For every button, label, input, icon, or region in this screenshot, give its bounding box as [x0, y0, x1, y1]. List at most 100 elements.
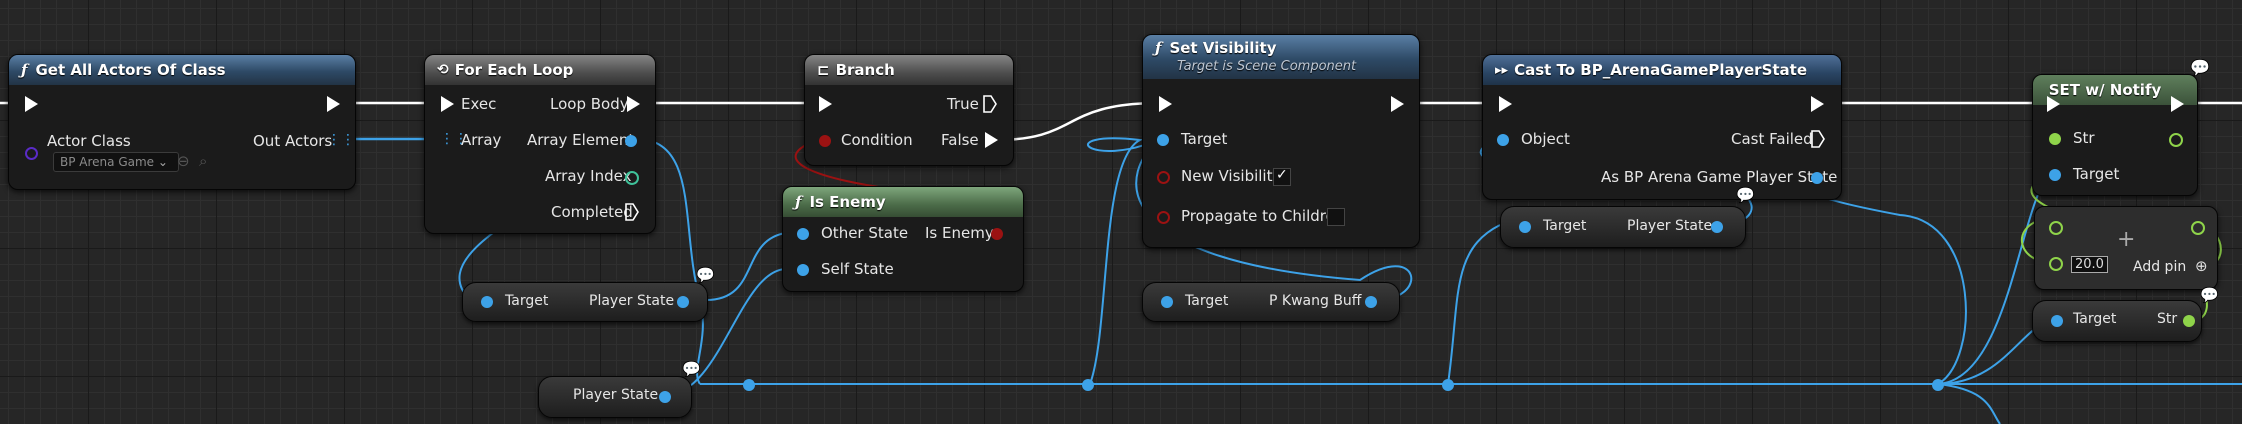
player-state-output-pin[interactable] — [1711, 221, 1723, 233]
node-branch[interactable]: ⊏ Branch Condition True False — [804, 54, 1014, 166]
reroute-knot[interactable] — [1442, 379, 1454, 391]
new-visibility-pin[interactable] — [1157, 171, 1170, 184]
exec-in-pin[interactable] — [1159, 96, 1172, 112]
node-title: Is Enemy — [809, 193, 886, 211]
browse-icon[interactable]: ⊖ — [177, 152, 190, 170]
function-icon: ƒ — [795, 193, 802, 211]
target-pin[interactable] — [1519, 221, 1531, 233]
array-element-label: Array Element — [527, 131, 635, 149]
blueprint-graph-canvas[interactable]: ƒ Get All Actors Of Class Actor Class BP… — [0, 0, 2242, 424]
target-label: Target — [505, 293, 549, 309]
p-kwang-buff-output-pin[interactable] — [1365, 296, 1377, 308]
getter-player-state-self[interactable]: Player State — [538, 376, 692, 418]
player-state-output-pin[interactable] — [677, 296, 689, 308]
exec-in-pin[interactable] — [1499, 96, 1512, 112]
exec-in-pin[interactable] — [25, 96, 38, 112]
target-label: Target — [1185, 293, 1229, 309]
array-label: Array — [461, 131, 502, 149]
search-icon[interactable]: ⌕ — [199, 152, 207, 170]
b-input-pin[interactable] — [2049, 257, 2063, 271]
exec-out-pin[interactable] — [1391, 96, 1404, 112]
node-header[interactable]: ⊏ Branch — [805, 55, 1013, 85]
target-pin[interactable] — [481, 296, 493, 308]
condition-pin[interactable] — [819, 135, 831, 147]
true-pin[interactable] — [983, 95, 997, 113]
exec-in-pin[interactable] — [819, 96, 832, 112]
node-header[interactable]: ƒ Get All Actors Of Class — [9, 55, 355, 85]
true-label: True — [947, 95, 979, 113]
target-pin[interactable] — [2049, 169, 2061, 181]
exec-in-pin[interactable] — [441, 96, 454, 112]
propagate-pin[interactable] — [1157, 211, 1170, 224]
player-state-output-pin[interactable] — [659, 391, 671, 403]
b-value-field[interactable]: 20.0 — [2071, 256, 2108, 273]
node-title: SET w/ Notify — [2048, 81, 2162, 99]
branch-icon: ⊏ — [817, 61, 830, 79]
node-header[interactable]: ▸▸ Cast To BP_ArenaGamePlayerState — [1483, 55, 1841, 85]
getter-str[interactable]: Target Str — [2032, 300, 2202, 342]
self-state-pin[interactable] — [797, 264, 809, 276]
result-output-pin[interactable] — [2191, 221, 2205, 235]
cast-failed-pin[interactable] — [1811, 130, 1825, 148]
player-state-label: Player State — [573, 387, 659, 403]
add-pin-icon[interactable]: ⊕ — [2195, 257, 2208, 275]
node-add-float[interactable]: + 20.0 Add pin ⊕ — [2034, 206, 2218, 290]
as-player-state-pin[interactable] — [1811, 172, 1823, 184]
grid-array-icon[interactable]: ⋮⋮ — [327, 132, 355, 148]
node-header[interactable]: ⟲ For Each Loop — [425, 55, 655, 85]
node-get-all-actors-of-class[interactable]: ƒ Get All Actors Of Class Actor Class BP… — [8, 54, 356, 190]
actor-class-pin[interactable] — [25, 147, 38, 160]
object-pin[interactable] — [1497, 134, 1509, 146]
actor-class-dropdown[interactable]: BP Arena Game ⌄ — [53, 152, 179, 172]
exec-out-pin[interactable] — [1811, 96, 1824, 112]
getter-player-state[interactable]: Target Player State — [462, 282, 708, 322]
a-input-pin[interactable] — [2049, 221, 2063, 235]
object-label: Object — [1521, 130, 1570, 148]
loop-icon: ⟲ — [437, 62, 449, 78]
getter-p-kwang-buff[interactable]: Target P Kwang Buff — [1142, 282, 1400, 322]
new-visibility-checkbox[interactable]: ✓ — [1273, 167, 1291, 186]
comment-bubble-icon[interactable]: 💬 — [2200, 286, 2219, 304]
node-subtitle: Target is Scene Component — [1177, 59, 1357, 74]
loop-body-label: Loop Body — [550, 95, 629, 113]
str-output-pin[interactable] — [2183, 315, 2195, 327]
comment-bubble-icon[interactable]: 💬 — [2190, 58, 2210, 77]
exec-in-pin[interactable] — [2047, 96, 2060, 112]
reroute-knot[interactable] — [1082, 379, 1094, 391]
completed-pin[interactable] — [625, 203, 639, 221]
add-operator-icon: + — [2117, 227, 2136, 252]
add-pin-label[interactable]: Add pin — [2133, 259, 2186, 275]
loop-body-pin[interactable] — [627, 96, 640, 112]
other-state-pin[interactable] — [797, 228, 809, 240]
false-pin[interactable] — [985, 132, 998, 148]
reroute-knot[interactable] — [743, 379, 755, 391]
target-pin[interactable] — [2051, 315, 2063, 327]
str-output-pin[interactable] — [2169, 133, 2183, 147]
as-player-state-label: As BP Arena Game Player State — [1601, 168, 1838, 186]
array-element-pin[interactable] — [625, 135, 637, 147]
is-enemy-output-pin[interactable] — [991, 228, 1003, 240]
node-header[interactable]: ƒ Set Visibility Target is Scene Compone… — [1143, 35, 1419, 79]
node-set-with-notify[interactable]: SET w/ Notify Str Target — [2032, 74, 2198, 196]
node-cast-to-player-state[interactable]: ▸▸ Cast To BP_ArenaGamePlayerState Objec… — [1482, 54, 1842, 200]
exec-out-pin[interactable] — [2171, 96, 2184, 112]
comment-bubble-icon[interactable]: 💬 — [1736, 186, 1755, 204]
getter-player-state-cast[interactable]: Target Player State — [1500, 206, 1746, 248]
comment-bubble-icon[interactable]: 💬 — [682, 360, 701, 378]
target-pin[interactable] — [1157, 134, 1169, 146]
exec-out-pin[interactable] — [327, 96, 340, 112]
node-for-each-loop[interactable]: ⟲ For Each Loop Exec ⋮⋮ Array Loop Body … — [424, 54, 656, 234]
comment-bubble-icon[interactable]: 💬 — [696, 266, 715, 284]
str-input-pin[interactable] — [2049, 133, 2061, 145]
node-title: Branch — [835, 61, 895, 79]
object-wire — [1805, 176, 1967, 385]
player-state-label: Player State — [1627, 218, 1713, 234]
node-header[interactable]: ƒ Is Enemy — [783, 187, 1023, 217]
array-index-pin[interactable] — [625, 171, 639, 185]
target-pin[interactable] — [1161, 296, 1173, 308]
node-is-enemy[interactable]: ƒ Is Enemy Other State Self State Is Ene… — [782, 186, 1024, 292]
node-set-visibility[interactable]: ƒ Set Visibility Target is Scene Compone… — [1142, 34, 1420, 248]
reroute-knot[interactable] — [1932, 379, 1944, 391]
str-label: Str — [2157, 311, 2178, 327]
propagate-checkbox[interactable] — [1327, 208, 1345, 226]
